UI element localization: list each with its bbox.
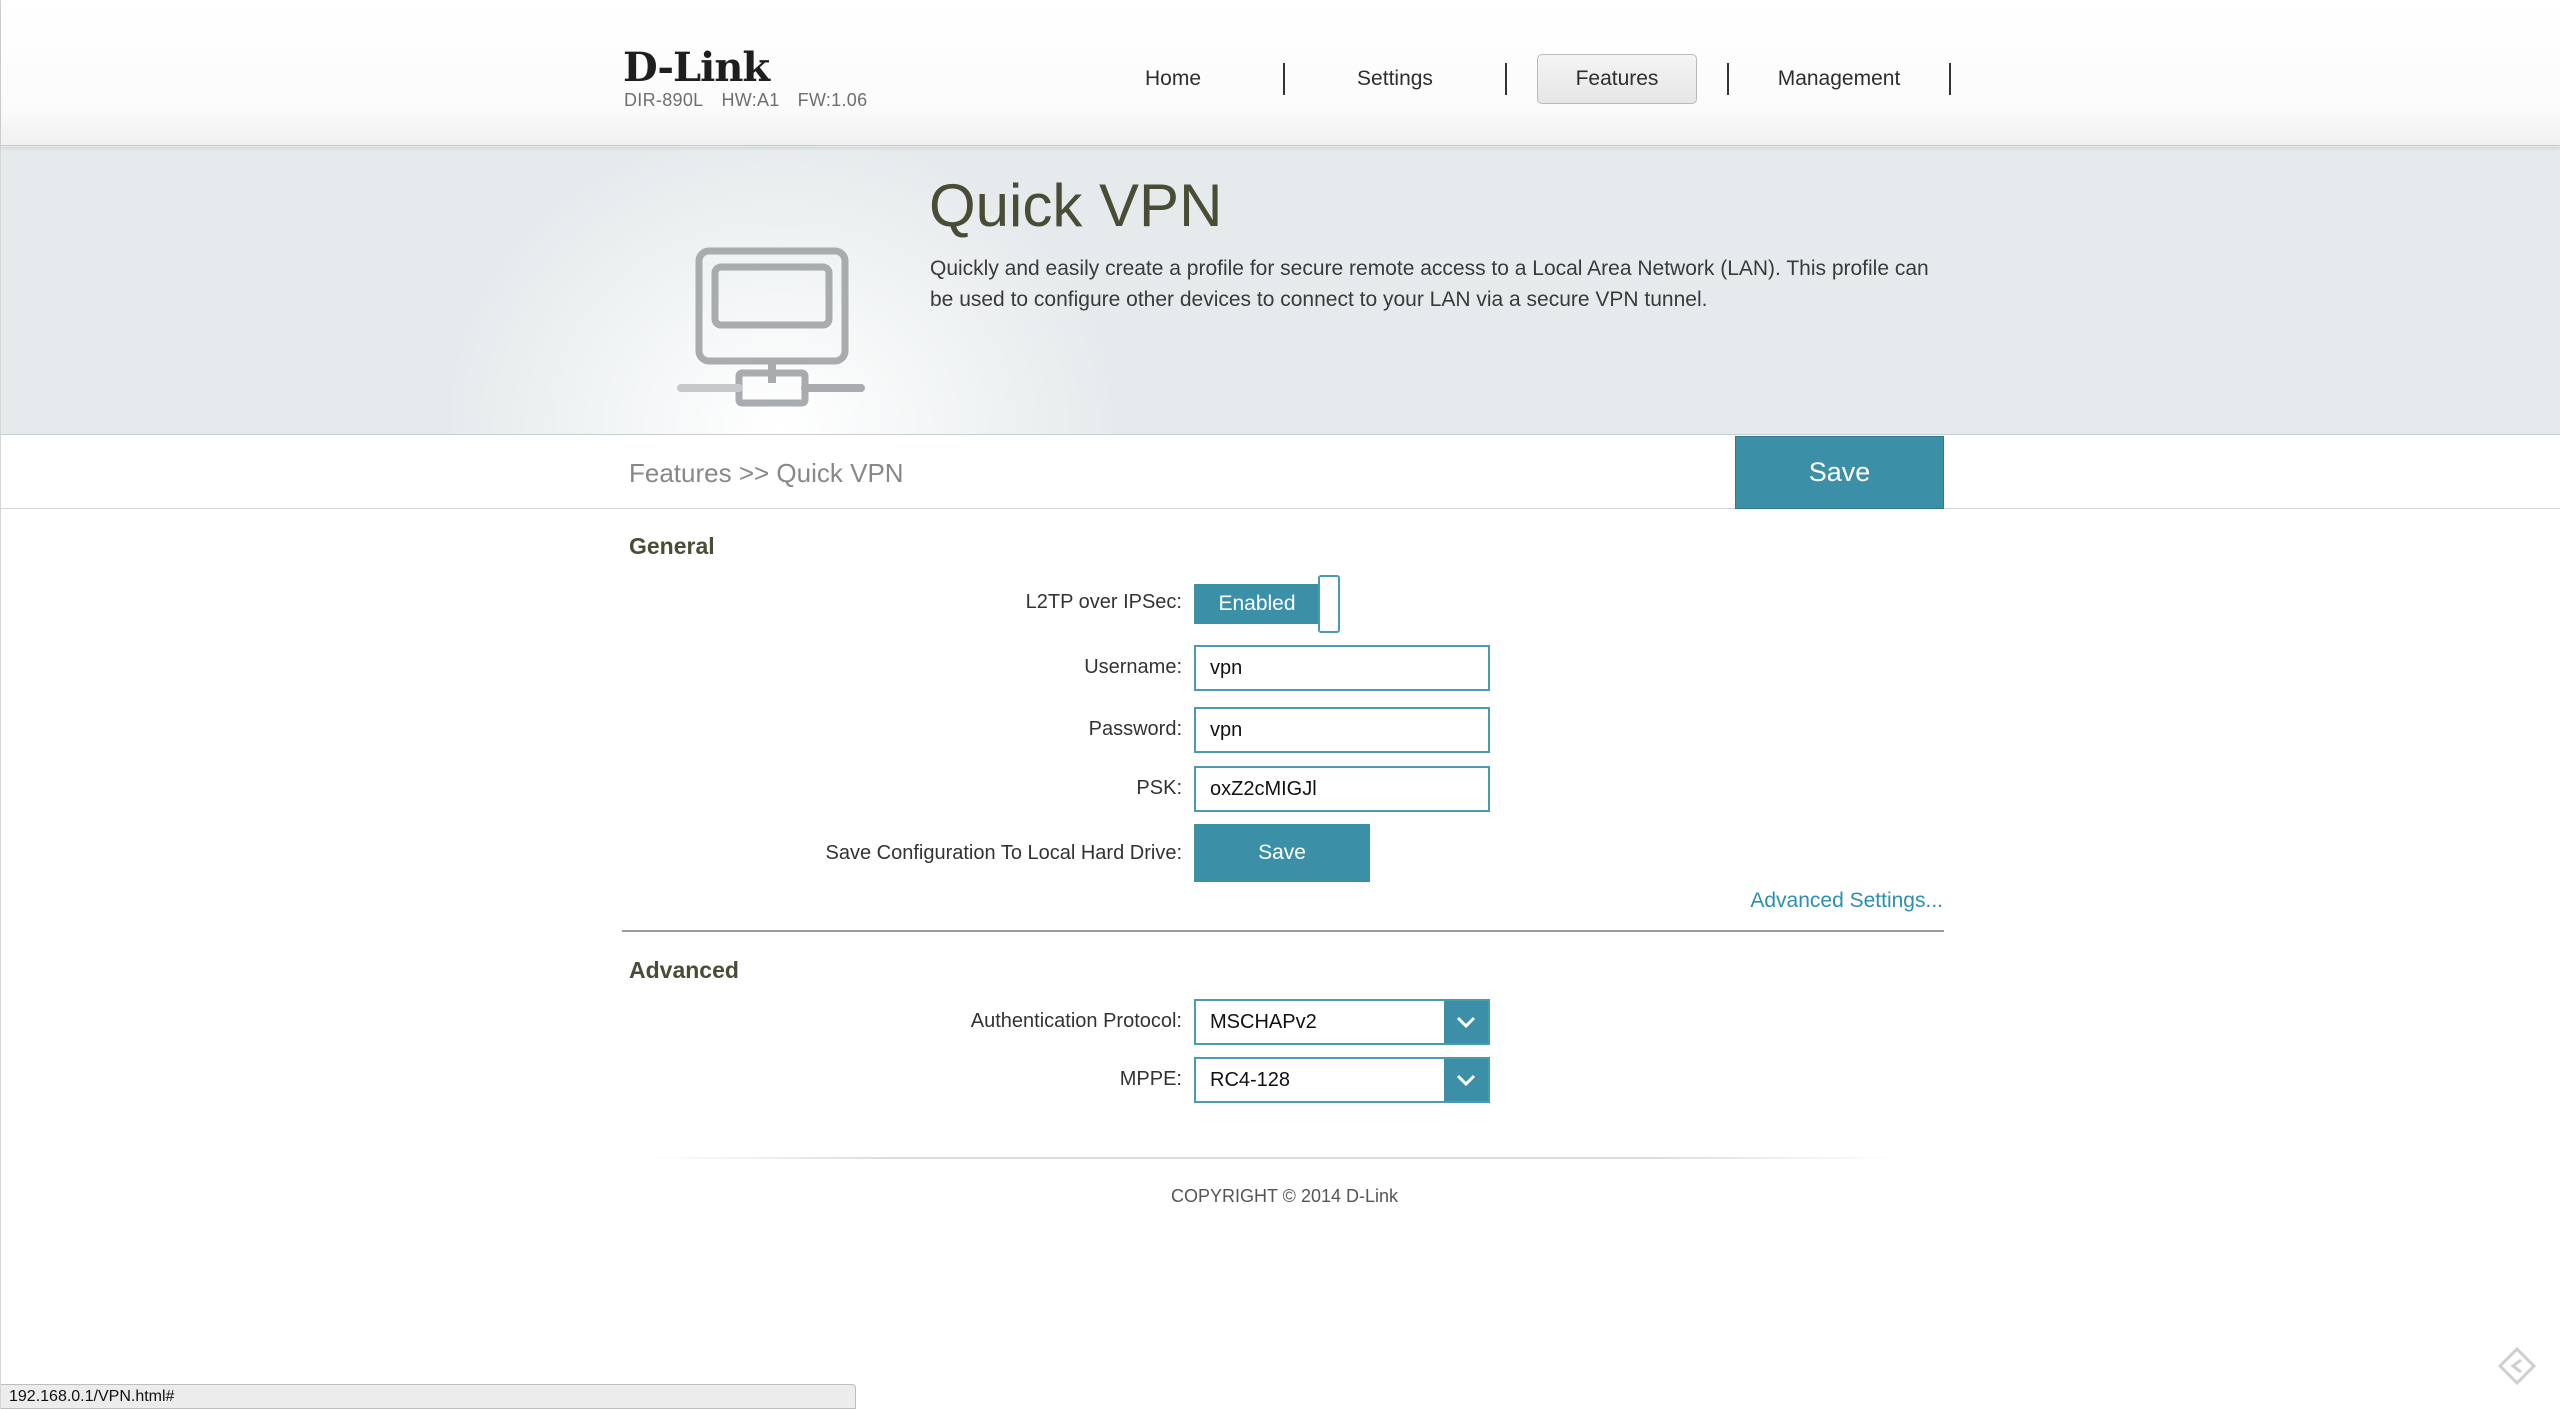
- password-input[interactable]: vpn: [1194, 707, 1490, 753]
- l2tp-label: L2TP over IPSec:: [1025, 591, 1182, 613]
- l2tp-toggle[interactable]: Enabled: [1194, 575, 1341, 633]
- nav-settings[interactable]: Settings: [1285, 56, 1505, 102]
- breadcrumb-bar: Features >> Quick VPN Save: [1, 436, 2560, 509]
- hw-label: HW:A1: [721, 90, 780, 110]
- fw-label: FW:1.06: [797, 90, 868, 110]
- top-header: D-Link DIR-890L HW:A1 FW:1.06 Home Setti…: [1, 0, 2560, 146]
- nav-home[interactable]: Home: [1063, 56, 1283, 102]
- browser-status-bar: 192.168.0.1/VPN.html#: [1, 1384, 856, 1409]
- footer-divider: [641, 1157, 1901, 1159]
- auth-protocol-value: MSCHAPv2: [1210, 1011, 1317, 1033]
- save-config-button[interactable]: Save: [1194, 824, 1370, 882]
- nav-separator: [1505, 63, 1507, 95]
- mppe-select[interactable]: RC4-128: [1194, 1057, 1490, 1103]
- nav-features[interactable]: Features: [1537, 54, 1697, 104]
- section-title-advanced: Advanced: [629, 957, 739, 983]
- chevron-down-icon[interactable]: [1444, 1001, 1488, 1043]
- username-input[interactable]: vpn: [1194, 645, 1490, 691]
- mppe-label: MPPE:: [1119, 1068, 1182, 1090]
- breadcrumb: Features >> Quick VPN: [629, 458, 904, 488]
- toggle-state-label: Enabled: [1194, 584, 1320, 624]
- username-label: Username:: [1084, 656, 1182, 678]
- save-button[interactable]: Save: [1735, 436, 1944, 509]
- diamond-chevron-icon[interactable]: [2497, 1346, 2537, 1386]
- mppe-value: RC4-128: [1210, 1069, 1291, 1091]
- nav-management[interactable]: Management: [1729, 56, 1949, 102]
- nav-separator: [1949, 63, 1951, 95]
- device-info: DIR-890L HW:A1 FW:1.06: [624, 90, 867, 111]
- page-description: Quickly and easily create a profile for …: [930, 257, 1929, 311]
- model-label: DIR-890L: [624, 90, 704, 110]
- section-divider: [622, 930, 1944, 932]
- page-banner: Quick VPN Quickly and easily create a pr…: [1, 147, 2560, 435]
- section-title-general: General: [629, 533, 715, 559]
- network-monitor-icon: [677, 247, 865, 407]
- page-title: Quick VPN: [929, 172, 1223, 239]
- psk-label: PSK:: [1136, 777, 1182, 799]
- psk-input[interactable]: oxZ2cMIGJl: [1194, 766, 1490, 812]
- auth-protocol-select[interactable]: MSCHAPv2: [1194, 999, 1490, 1045]
- chevron-down-icon[interactable]: [1444, 1059, 1488, 1101]
- advanced-settings-link[interactable]: Advanced Settings...: [1750, 889, 1943, 913]
- save-config-label: Save Configuration To Local Hard Drive:: [825, 842, 1182, 864]
- main-nav: Home Settings Features Management: [1063, 54, 1951, 104]
- password-label: Password:: [1088, 718, 1182, 740]
- copyright-text: COPYRIGHT © 2014 D-Link: [1171, 1186, 1399, 1206]
- auth-protocol-label: Authentication Protocol:: [970, 1010, 1182, 1032]
- dlink-logo[interactable]: D-Link: [623, 44, 770, 91]
- toggle-knob[interactable]: [1318, 575, 1340, 633]
